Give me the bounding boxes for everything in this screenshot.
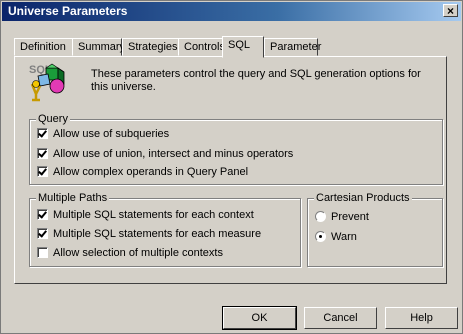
allow-subqueries-label[interactable]: Allow use of subqueries [53, 128, 169, 140]
warn-radio[interactable] [315, 231, 326, 242]
allow-union-checkbox[interactable] [37, 148, 48, 159]
close-icon: × [447, 4, 455, 18]
sql-per-context-label[interactable]: Multiple SQL statements for each context [53, 209, 254, 221]
title-bar: Universe Parameters × [2, 2, 461, 21]
tab-strategies[interactable]: Strategies [122, 38, 179, 56]
multiple-paths-group-label: Multiple Paths [36, 192, 110, 204]
window-title: Universe Parameters [8, 4, 128, 18]
multiple-contexts-checkbox[interactable] [37, 247, 48, 258]
allow-complex-operands-label[interactable]: Allow complex operands in Query Panel [53, 166, 248, 178]
ok-button[interactable]: OK [222, 306, 297, 330]
tab-controls[interactable]: Controls [178, 38, 225, 56]
cartesian-products-group-label: Cartesian Products [314, 192, 412, 204]
tab-sql[interactable]: SQL [222, 36, 264, 58]
warn-label[interactable]: Warn [331, 231, 357, 243]
tab-parameter[interactable]: Parameter [264, 38, 321, 56]
tab-definition[interactable]: Definition [14, 38, 73, 56]
intro-text: These parameters control the query and S… [91, 68, 421, 93]
cartesian-products-group: Cartesian Products [307, 192, 443, 267]
multiple-contexts-label[interactable]: Allow selection of multiple contexts [53, 247, 223, 259]
sql-per-context-checkbox[interactable] [37, 209, 48, 220]
allow-complex-operands-checkbox[interactable] [37, 166, 48, 177]
allow-subqueries-checkbox[interactable] [37, 128, 48, 139]
sql-logo-icon: SQL [29, 63, 65, 102]
close-button[interactable]: × [443, 4, 458, 18]
help-button[interactable]: Help [385, 307, 458, 329]
prevent-label[interactable]: Prevent [331, 211, 369, 223]
sql-per-measure-label[interactable]: Multiple SQL statements for each measure [53, 228, 261, 240]
query-group-label: Query [36, 113, 70, 125]
tab-summary[interactable]: Summary [72, 38, 125, 56]
prevent-radio[interactable] [315, 211, 326, 222]
cancel-button[interactable]: Cancel [304, 307, 377, 329]
allow-union-label[interactable]: Allow use of union, intersect and minus … [53, 148, 293, 160]
sql-per-measure-checkbox[interactable] [37, 228, 48, 239]
